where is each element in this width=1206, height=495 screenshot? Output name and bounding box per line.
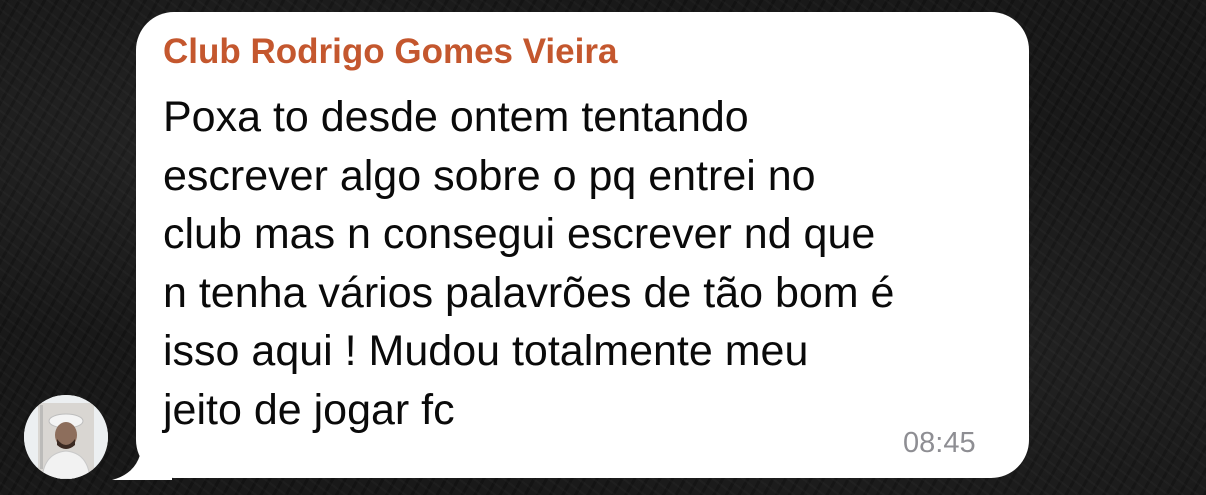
message-line: Poxa to desde ontem tentando [163, 93, 749, 141]
avatar-photo-icon [24, 395, 108, 479]
message-line: n tenha vários palavrões de tão bom é [163, 268, 895, 317]
avatar[interactable] [24, 395, 108, 479]
sender-name[interactable]: Club Rodrigo Gomes Vieira [163, 28, 617, 76]
message-timestamp: 08:45 [903, 427, 976, 459]
message-text: Poxa to desde ontem tentando escrever al… [163, 88, 894, 439]
message-line: jeito de jogar fc [163, 385, 455, 434]
message-line: escrever algo sobre o pq entrei no [163, 151, 816, 200]
message-line: isso aqui ! Mudou totalmente meu [163, 327, 809, 375]
message-line: club mas n consegui escrever nd que [163, 210, 876, 258]
